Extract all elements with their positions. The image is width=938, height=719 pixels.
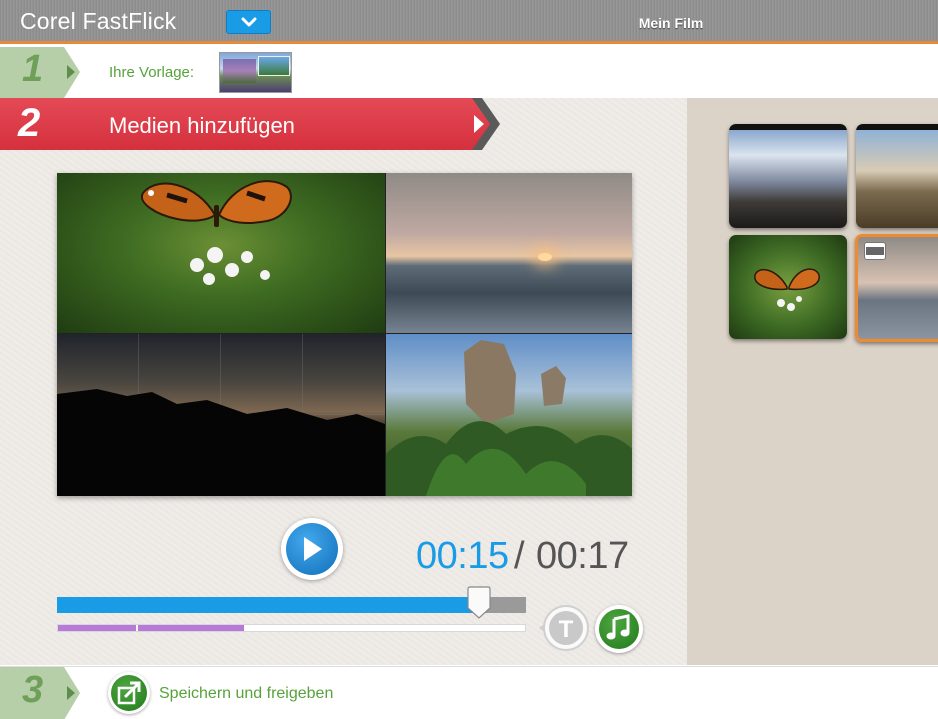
time-current: 00:15 [416, 535, 509, 577]
step1-arrow-icon [67, 65, 75, 79]
music-icon [606, 614, 630, 640]
video-preview[interactable] [57, 173, 632, 496]
music-button[interactable] [595, 605, 643, 653]
preview-tile-butterfly [57, 173, 385, 333]
film-icon [864, 242, 886, 260]
time-total: 00:17 [536, 535, 629, 577]
step2-label: Medien hinzufügen [109, 113, 295, 138]
step2-number: 2 [18, 101, 41, 145]
step2-arrow-icon [474, 115, 484, 133]
timeline-scrubber[interactable] [57, 586, 526, 619]
time-separator: / [514, 535, 525, 577]
template-thumbnail[interactable] [219, 52, 292, 93]
scrubber-handle[interactable] [466, 586, 492, 620]
text-button-glyph: T [559, 616, 574, 643]
flowers-image [190, 247, 270, 285]
template-label: Ihre Vorlage: [109, 64, 195, 81]
app-title: Corel FastFlick [20, 8, 177, 34]
mountain-silhouette [57, 389, 385, 496]
media-library-panel [687, 98, 938, 665]
sun-image [538, 253, 552, 261]
media-thumbnail[interactable] [729, 124, 847, 228]
step1-template-row[interactable]: 1 Ihre Vorlage: [0, 47, 938, 98]
text-icon[interactable]: T [535, 603, 591, 653]
step3-save-row[interactable]: 3 Speichern und freigeben [0, 666, 938, 719]
step3-badge: 3 [0, 667, 80, 719]
step2-banner[interactable]: 2 Medien hinzufügen [0, 98, 500, 150]
fastflick-window: Corel FastFlick Mein Film 1 Ihre Vorlage… [0, 0, 938, 719]
step1-number: 1 [22, 48, 44, 90]
save-share-button[interactable] [108, 672, 150, 714]
save-share-label[interactable]: Speichern und freigeben [159, 685, 333, 703]
title-segment[interactable] [138, 625, 244, 631]
timeline-progress-fill [57, 597, 479, 613]
preview-tile-dusk [57, 334, 385, 496]
step3-arrow-icon [67, 686, 75, 700]
preview-tile-sunset [386, 173, 632, 333]
step3-number: 3 [22, 669, 44, 711]
play-button[interactable] [281, 518, 343, 580]
menu-dropdown-button[interactable] [226, 10, 271, 34]
media-thumbnail[interactable] [856, 124, 938, 228]
butterfly-image [754, 268, 820, 311]
title-segment[interactable] [58, 625, 136, 631]
rock-landscape [386, 340, 632, 496]
preview-tile-rocks [386, 334, 632, 496]
title-track[interactable] [57, 624, 526, 632]
play-icon [304, 537, 322, 561]
share-icon [117, 681, 141, 705]
step1-badge: 1 [0, 47, 80, 98]
chevron-down-icon [241, 17, 257, 27]
media-work-area: 2 Medien hinzufügen 00:15 / 00:17 T [0, 98, 687, 665]
media-thumbnail[interactable] [729, 235, 847, 339]
title-bar: Corel FastFlick Mein Film [0, 0, 938, 44]
media-thumbnail-selected[interactable] [855, 234, 938, 342]
